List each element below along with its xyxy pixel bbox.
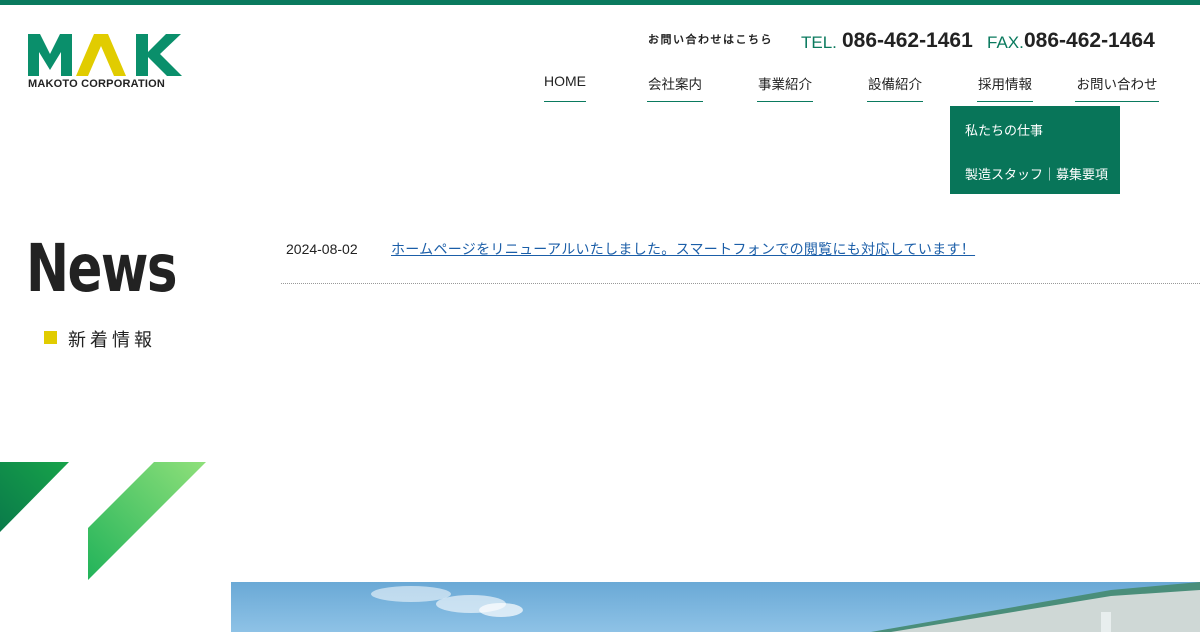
tel-prefix: TEL. [801,33,837,52]
nav-contact[interactable]: お問い合わせ [1075,72,1159,102]
fax-number: 086-462-1464 [1024,29,1155,52]
news-list-item: 2024-08-02 ホームページをリニューアルいたしました。スマートフォンでの… [281,232,1200,284]
news-subheading: 新着情報 [68,330,156,351]
nav-recruit[interactable]: 採用情報 [977,72,1033,102]
company-logo[interactable]: MAKOTO CORPORATION [28,32,188,94]
fax-prefix: FAX. [987,33,1024,52]
logo-subtitle: MAKOTO CORPORATION [28,78,166,90]
top-accent-bar [0,0,1200,5]
dropdown-item-staff-recruitment[interactable]: 製造スタッフ｜募集要項 [965,164,1108,183]
news-date: 2024-08-02 [286,241,358,257]
dropdown-item-our-work[interactable]: 私たちの仕事 [965,120,1043,139]
yellow-square-icon [44,331,57,344]
recruit-dropdown: 私たちの仕事 製造スタッフ｜募集要項 [950,106,1120,194]
nav-home[interactable]: HOME [544,72,586,102]
contact-label: お問い合わせはこちら [648,33,773,46]
news-link[interactable]: ホームページをリニューアルいたしました。スマートフォンでの閲覧にも対応しています… [391,239,975,259]
decorative-stripes [0,462,206,580]
sky-building-image [371,582,1200,632]
news-heading: News [26,230,178,307]
tel-number[interactable]: 086-462-1461 [842,29,973,53]
nav-company[interactable]: 会社案内 [647,72,703,102]
nav-business[interactable]: 事業紹介 [757,72,813,102]
nav-equipment[interactable]: 設備紹介 [867,72,923,102]
logo-mark [28,34,182,76]
hero-photo [231,582,1200,632]
